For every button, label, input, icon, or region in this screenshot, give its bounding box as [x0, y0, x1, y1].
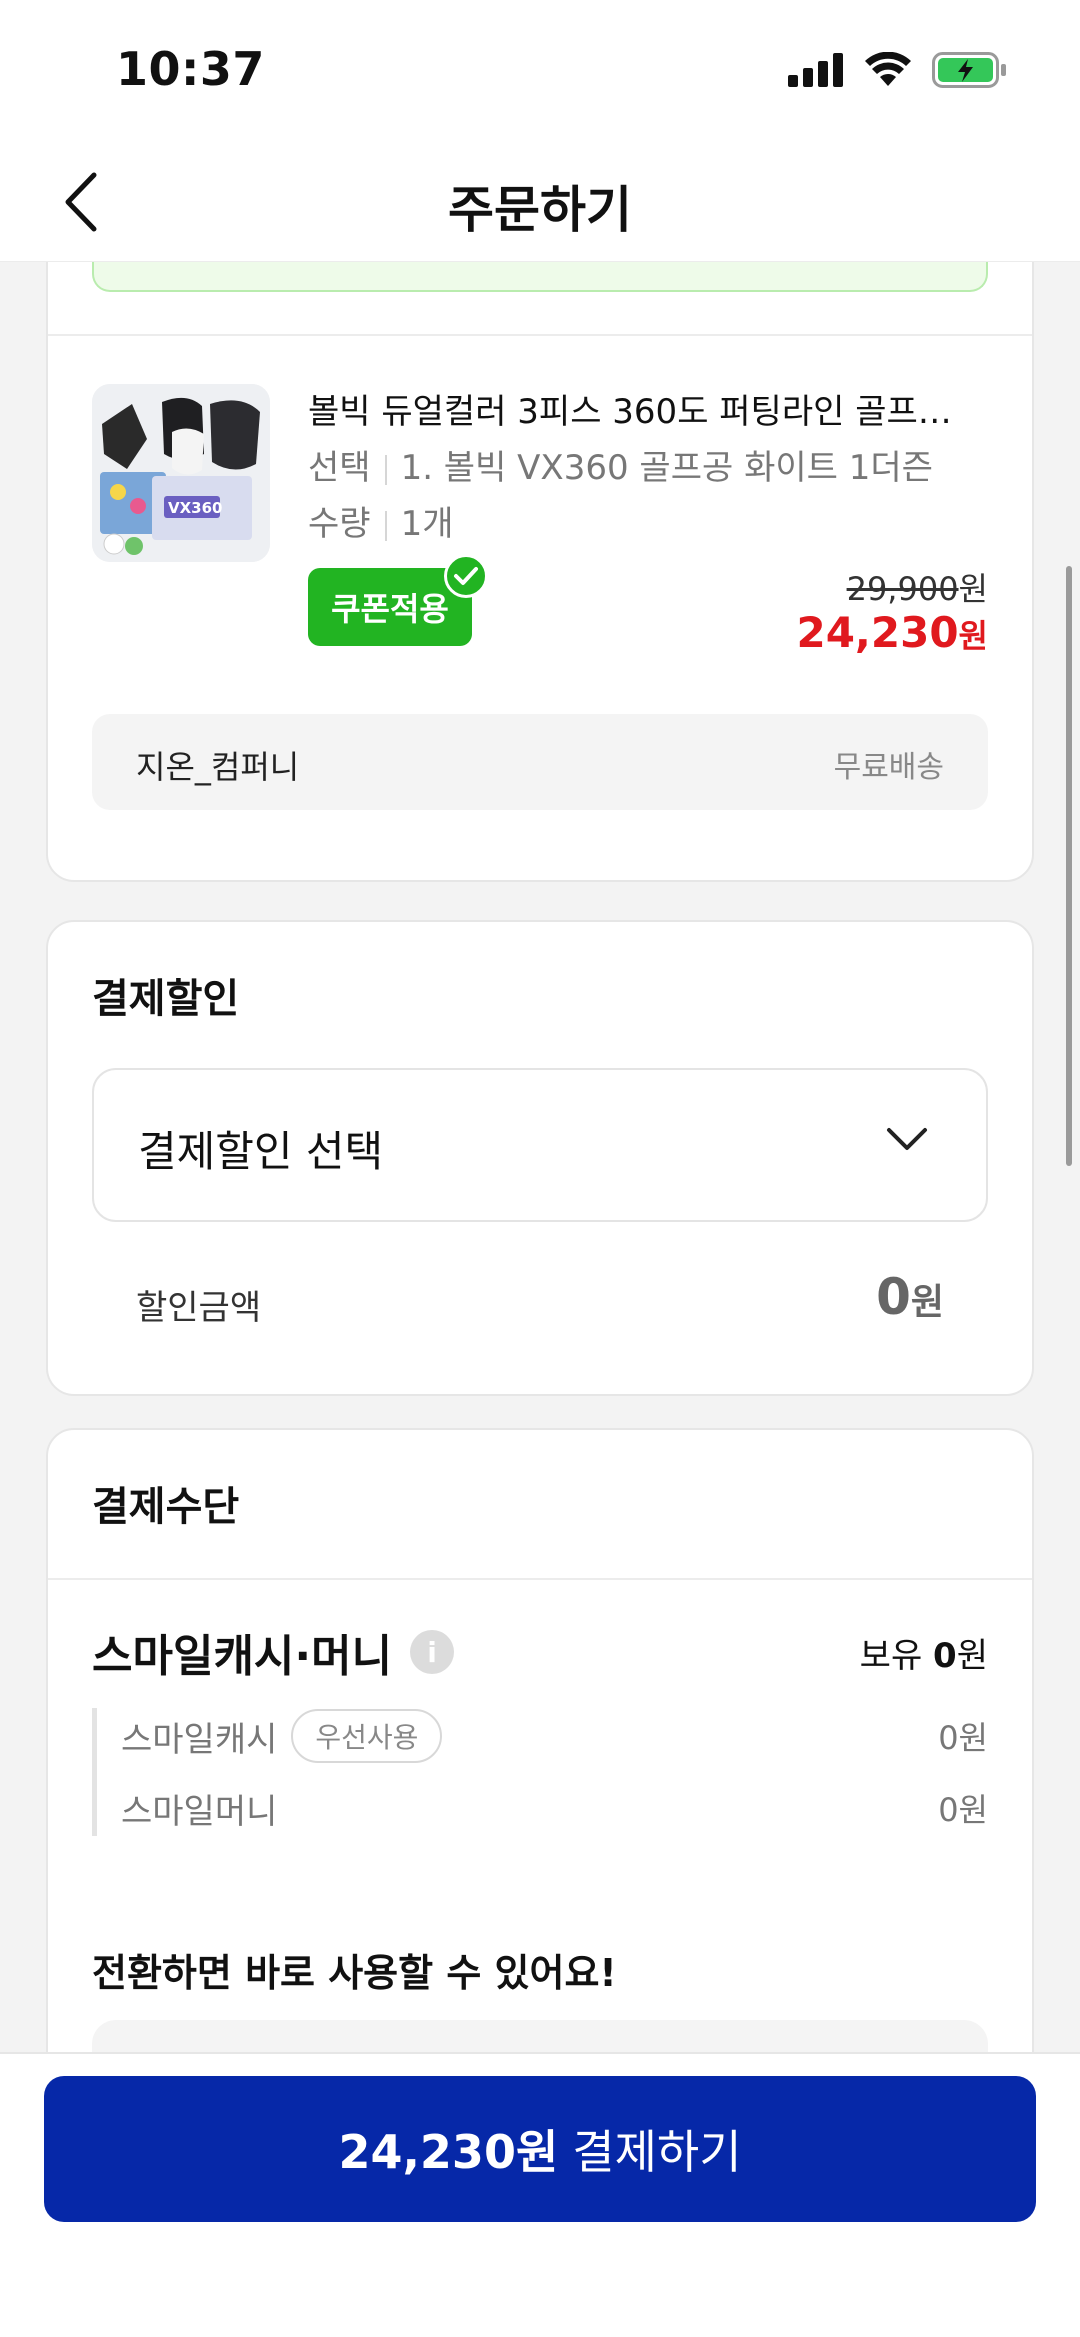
page-title: 주문하기	[448, 181, 632, 239]
svg-text:VX360: VX360	[168, 499, 223, 517]
smile-cash-value: 0원	[938, 1719, 988, 1757]
product-name[interactable]: 볼빅 듀얼컬러 3피스 360도 퍼팅라인 골프…	[308, 384, 988, 433]
payment-discount-card: 결제할인 결제할인 선택 할인금액 0원	[46, 920, 1034, 1396]
quantity-value: 1개	[400, 504, 454, 544]
signal-icon	[788, 53, 843, 87]
nav-bar: 주문하기	[0, 140, 1080, 262]
option-value: 1. 볼빅 VX360 골프공 화이트 1더즌	[400, 448, 933, 488]
check-icon	[444, 554, 488, 598]
section-title: 결제할인	[92, 976, 240, 1022]
seller-name: 지온_컴퍼니	[136, 748, 300, 786]
content-scroll-area[interactable]: VX360 볼빅 듀얼컬러 3피스 360도 퍼팅라인 골프… 선택 1. 볼빅 …	[0, 262, 1080, 2052]
status-icons	[788, 52, 1008, 88]
pay-amount: 24,230원	[338, 2125, 559, 2179]
option-row: 선택 1. 볼빅 VX360 골프공 화이트 1더즌	[308, 440, 933, 489]
payment-method-card: 결제수단 스마일캐시·머니 i 보유 0원 스마일캐시 우선사용 0원 스마일머…	[46, 1428, 1034, 2052]
status-bar: 10:37	[0, 0, 1080, 140]
select-label: 결제할인 선택	[138, 1127, 384, 1176]
status-time: 10:37	[116, 42, 265, 96]
quantity-row: 수량 1개	[308, 496, 453, 545]
separator	[384, 454, 387, 485]
order-product-card: VX360 볼빅 듀얼컬러 3피스 360도 퍼팅라인 골프… 선택 1. 볼빅 …	[46, 262, 1034, 882]
smile-cash-money-title: 스마일캐시·머니 i	[92, 1620, 455, 1684]
option-label: 선택	[308, 448, 371, 488]
discount-amount-value: 0원	[876, 1268, 944, 1326]
balance: 보유 0원	[859, 1636, 988, 1676]
list-item: 스마일머니 0원	[121, 1780, 988, 1836]
list-item: 스마일캐시 우선사용 0원	[121, 1708, 988, 1764]
scrollbar[interactable]	[1066, 566, 1072, 1166]
switch-notice: 전환하면 바로 사용할 수 있어요!	[92, 1951, 617, 1995]
payment-discount-select[interactable]: 결제할인 선택	[92, 1068, 988, 1222]
section-title: 결제수단	[92, 1484, 240, 1530]
quantity-label: 수량	[308, 504, 371, 544]
product-image-illustration: VX360	[92, 384, 270, 562]
divider	[48, 334, 1032, 336]
battery-icon	[932, 52, 1006, 88]
seller-shipping-box: 지온_컴퍼니 무료배송	[92, 714, 988, 810]
chevron-down-icon	[887, 1128, 927, 1150]
pay-label: 결제하기	[572, 2125, 742, 2179]
original-price: 29,900원	[846, 570, 988, 608]
smile-money-value: 0원	[938, 1791, 988, 1829]
switch-box[interactable]	[92, 2020, 988, 2052]
sale-price: 24,230원	[796, 608, 988, 657]
shipping-info: 무료배송	[833, 750, 944, 785]
coupon-notice-strip	[92, 262, 988, 292]
wifi-icon	[865, 52, 911, 86]
discount-amount-label: 할인금액	[136, 1288, 262, 1328]
divider	[48, 1578, 1032, 1580]
smile-money-label: 스마일머니	[121, 1791, 278, 1832]
product-thumbnail[interactable]: VX360	[92, 384, 270, 562]
pay-button[interactable]: 24,230원 결제하기	[44, 2076, 1036, 2222]
bottom-bar: 24,230원 결제하기	[0, 2052, 1080, 2337]
priority-use-badge[interactable]: 우선사용	[291, 1709, 443, 1763]
smile-balance-list: 스마일캐시 우선사용 0원 스마일머니 0원	[92, 1708, 988, 1836]
smile-cash-label: 스마일캐시	[121, 1719, 278, 1760]
info-icon[interactable]: i	[410, 1630, 455, 1674]
separator	[384, 510, 387, 541]
